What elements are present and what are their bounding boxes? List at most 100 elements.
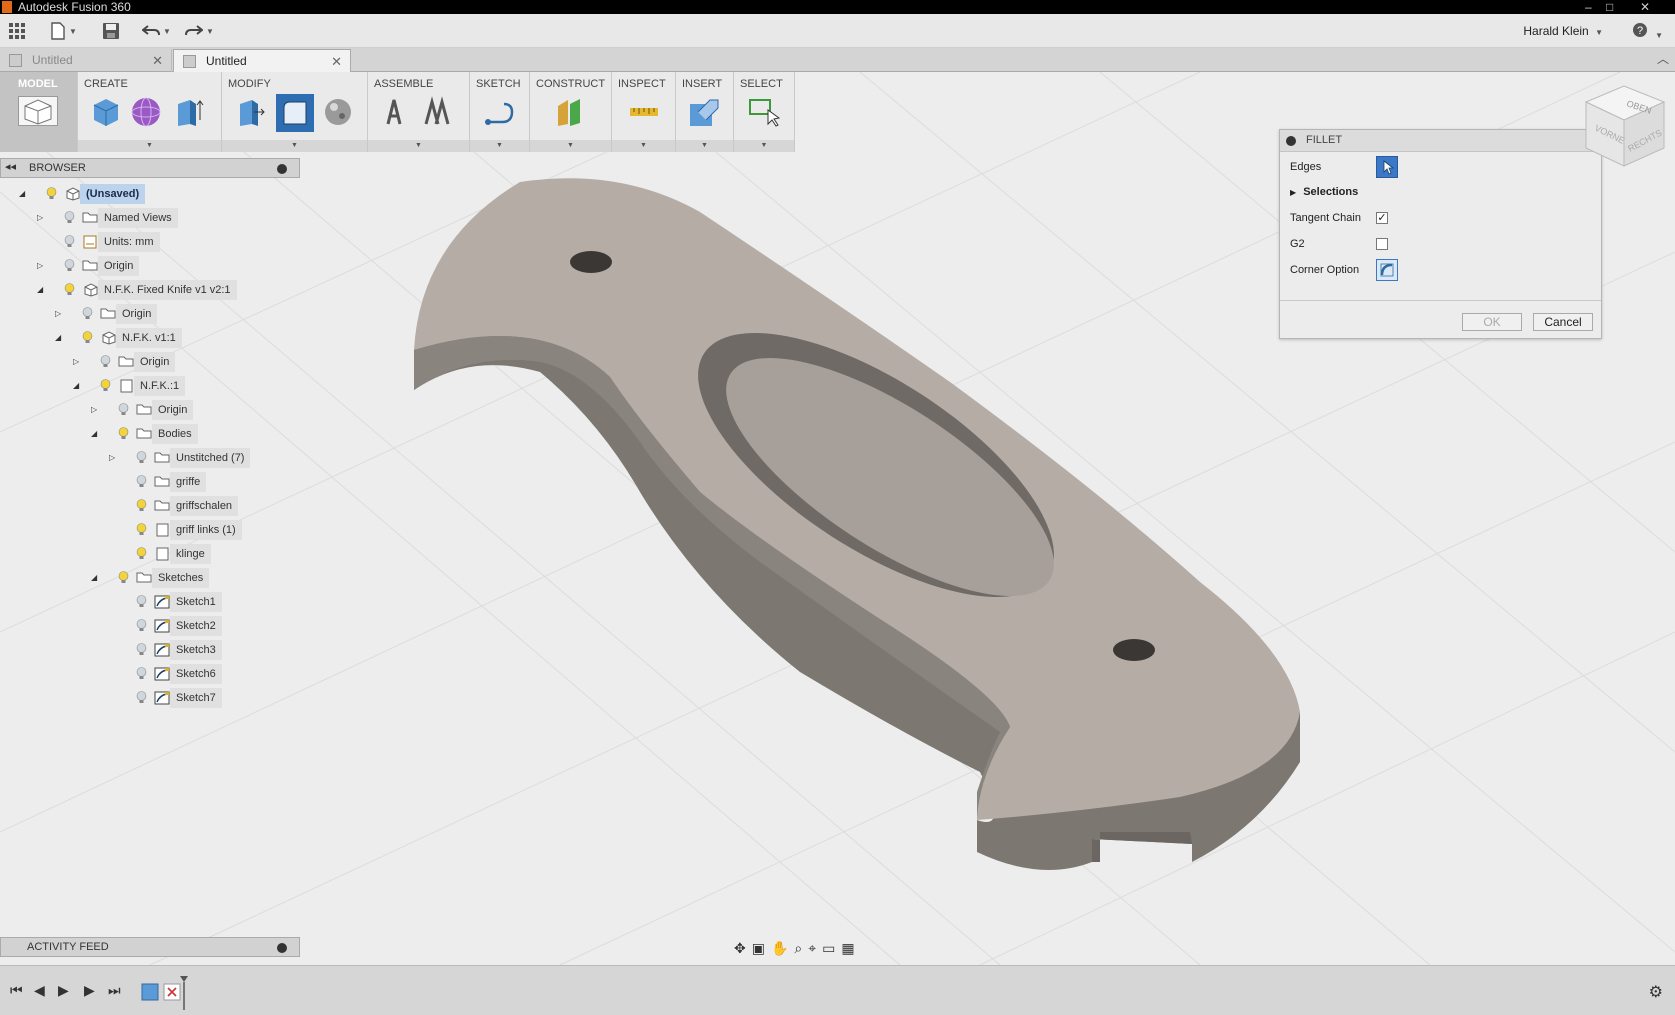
selections-expander[interactable]: ▶ Selections <box>1290 186 1358 198</box>
visibility-bulb-icon[interactable] <box>136 523 147 536</box>
browser-node[interactable]: Sketch2 <box>0 615 300 637</box>
display-settings-icon[interactable]: ▭ <box>822 940 835 957</box>
browser-node[interactable]: griff links (1) <box>0 519 300 541</box>
chevron-down-icon[interactable]: ▼ <box>222 140 367 152</box>
browser-node[interactable]: Sketch6 <box>0 663 300 685</box>
visibility-bulb-icon[interactable] <box>136 595 147 608</box>
browser-node[interactable]: ◢ N.F.K. v1:1 <box>0 327 300 349</box>
visibility-bulb-icon[interactable] <box>64 283 75 296</box>
browser-node[interactable]: ▷ Origin <box>0 399 300 421</box>
cancel-button[interactable]: Cancel <box>1533 313 1593 331</box>
chevron-down-icon[interactable]: ▼ <box>676 140 733 152</box>
visibility-bulb-icon[interactable] <box>64 211 75 224</box>
browser-node[interactable]: ▷ Unstitched (7) <box>0 447 300 469</box>
step-back-icon[interactable]: ◀ <box>34 982 45 999</box>
browser-node[interactable]: Sketch3 <box>0 639 300 661</box>
visibility-bulb-icon[interactable] <box>46 187 57 200</box>
chevron-down-icon[interactable]: ◢ <box>91 429 101 438</box>
tab-untitled-2[interactable]: Untitled ✕ <box>173 49 351 72</box>
activity-feed-header[interactable]: ACTIVITY FEED <box>0 937 300 957</box>
chevron-down-icon[interactable]: ▼ <box>470 140 529 152</box>
expand-feed-icon[interactable] <box>277 943 287 953</box>
chevron-right-icon[interactable]: ▷ <box>73 357 83 366</box>
redo-button[interactable]: ▼ <box>185 19 214 43</box>
fit-zoom-icon[interactable]: ⌖ <box>808 940 816 957</box>
visibility-bulb-icon[interactable] <box>118 427 129 440</box>
go-to-start-icon[interactable]: ⏮ <box>10 982 23 999</box>
edges-select-button[interactable] <box>1376 156 1398 178</box>
orbit-icon[interactable]: ✥ <box>734 940 746 957</box>
browser-node[interactable]: Units: mm <box>0 231 300 253</box>
offset-plane-icon[interactable] <box>554 96 586 128</box>
visibility-bulb-icon[interactable] <box>118 403 129 416</box>
chevron-down-icon[interactable]: ◢ <box>73 381 83 390</box>
close-tab-icon[interactable]: ✕ <box>331 50 342 73</box>
minimize-button[interactable]: – <box>1585 0 1592 14</box>
file-menu-button[interactable]: ▼ <box>50 19 77 43</box>
sphere-icon[interactable] <box>130 96 162 128</box>
browser-node[interactable]: ◢ Sketches <box>0 567 300 589</box>
help-button[interactable]: ? ▼ <box>1632 22 1663 41</box>
browser-node[interactable]: Sketch1 <box>0 591 300 613</box>
visibility-bulb-icon[interactable] <box>100 355 111 368</box>
browser-node[interactable]: Sketch7 <box>0 687 300 709</box>
chevron-down-icon[interactable]: ▼ <box>612 140 675 152</box>
save-button[interactable] <box>102 19 120 43</box>
browser-node[interactable]: ▷ Origin <box>0 303 300 325</box>
timeline-component-icon[interactable] <box>141 983 159 1001</box>
collapse-panel-icon[interactable]: ◂◂ <box>5 160 16 173</box>
g2-checkbox[interactable] <box>1376 238 1388 250</box>
zoom-window-icon[interactable]: ⌕ <box>794 940 802 957</box>
visibility-bulb-icon[interactable] <box>64 235 75 248</box>
chevron-down-icon[interactable]: ▼ <box>530 140 611 152</box>
step-forward-icon[interactable]: ▶ <box>84 982 95 999</box>
browser-node[interactable]: griffe <box>0 471 300 493</box>
browser-node[interactable]: griffschalen <box>0 495 300 517</box>
chevron-right-icon[interactable]: ▷ <box>37 261 47 270</box>
visibility-bulb-icon[interactable] <box>100 379 111 392</box>
appearance-icon[interactable] <box>322 96 354 128</box>
close-tab-icon[interactable]: ✕ <box>152 49 163 72</box>
chevron-down-icon[interactable]: ◢ <box>19 189 29 198</box>
browser-node[interactable]: ▷ Origin <box>0 255 300 277</box>
visibility-bulb-icon[interactable] <box>136 691 147 704</box>
visibility-bulb-icon[interactable] <box>136 547 147 560</box>
ok-button[interactable]: OK <box>1462 313 1522 331</box>
chevron-right-icon[interactable]: ▷ <box>109 453 119 462</box>
fillet-icon[interactable] <box>276 94 314 132</box>
create-sketch-icon[interactable] <box>484 96 516 128</box>
workspace-switcher[interactable]: MODEL <box>0 72 78 152</box>
chevron-down-icon[interactable]: ◢ <box>91 573 101 582</box>
chevron-right-icon[interactable]: ▷ <box>91 405 101 414</box>
joint-icon[interactable] <box>420 96 452 128</box>
extrude-icon[interactable] <box>172 96 204 128</box>
browser-node[interactable]: ◢ N.F.K. Fixed Knife v1 v2:1 <box>0 279 300 301</box>
maximize-button[interactable]: □ <box>1606 0 1613 14</box>
new-component-icon[interactable] <box>378 96 410 128</box>
gear-icon[interactable]: ⚙ <box>1649 982 1663 1002</box>
visibility-bulb-icon[interactable] <box>82 307 93 320</box>
chevron-down-icon[interactable]: ▼ <box>734 140 794 152</box>
visibility-bulb-icon[interactable] <box>136 499 147 512</box>
browser-node[interactable]: ◢ (Unsaved) <box>0 183 300 205</box>
go-to-end-icon[interactable]: ⏭ <box>108 982 121 999</box>
box-icon[interactable] <box>90 96 122 128</box>
browser-node[interactable]: ◢ Bodies <box>0 423 300 445</box>
visibility-bulb-icon[interactable] <box>136 475 147 488</box>
visibility-bulb-icon[interactable] <box>82 331 93 344</box>
visibility-bulb-icon[interactable] <box>136 667 147 680</box>
visibility-bulb-icon[interactable] <box>64 259 75 272</box>
chevron-right-icon[interactable]: ▷ <box>55 309 65 318</box>
chevron-up-icon[interactable]: ︿ <box>1657 50 1669 67</box>
pan-hand-icon[interactable]: ✋ <box>771 940 788 957</box>
grid-settings-icon[interactable]: ▦ <box>841 940 854 957</box>
visibility-bulb-icon[interactable] <box>136 451 147 464</box>
browser-node[interactable]: ▷ Named Views <box>0 207 300 229</box>
measure-icon[interactable] <box>628 96 660 128</box>
select-icon[interactable] <box>748 96 780 128</box>
chevron-down-icon[interactable]: ▼ <box>368 140 469 152</box>
look-at-icon[interactable]: ▣ <box>752 940 765 957</box>
chevron-right-icon[interactable]: ▷ <box>37 213 47 222</box>
chevron-down-icon[interactable]: ▼ <box>78 140 221 152</box>
visibility-bulb-icon[interactable] <box>136 619 147 632</box>
